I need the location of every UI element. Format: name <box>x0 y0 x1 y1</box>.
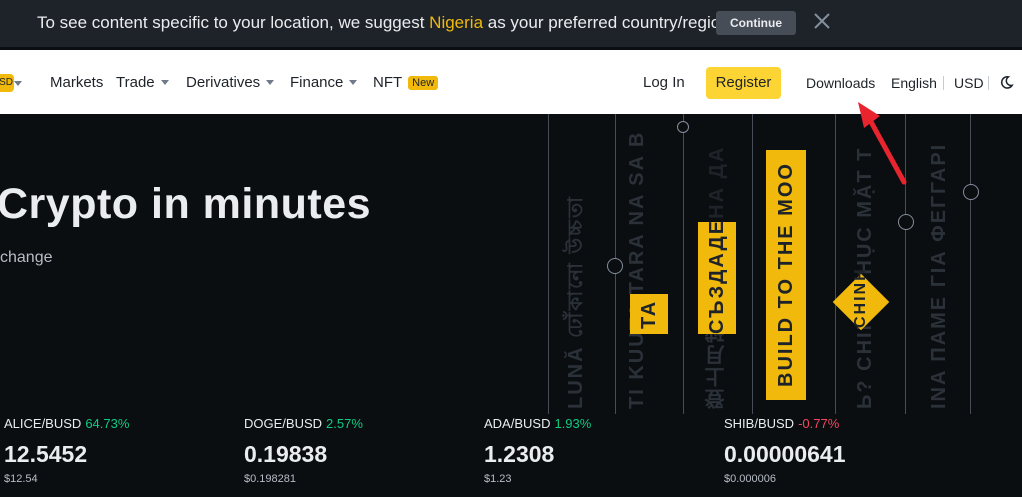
banner-message: To see content specific to your location… <box>37 13 734 33</box>
ticker-card[interactable]: SHIB/BUSD -0.77% 0.00000641 $0.000006 <box>724 416 944 485</box>
art-bg-text: LUNĂ ঢোঁকানো উচ্চতা <box>565 195 587 409</box>
ticker-card[interactable]: ALICE/BUSD 64.73% 12.5452 $12.54 <box>4 416 224 485</box>
nav-markets-label: Markets <box>50 74 104 91</box>
new-badge: New <box>408 76 439 90</box>
nav-nft-label: NFT <box>373 74 403 91</box>
art-line <box>970 114 971 414</box>
art-ring <box>677 121 689 133</box>
ticker-fiat-price: $0.198281 <box>244 473 296 485</box>
caret-down-icon <box>160 80 169 85</box>
ticker-fiat-price: $1.23 <box>484 473 512 485</box>
nav-finance[interactable]: Finance <box>290 74 358 91</box>
ticker-change: 2.57% <box>326 416 363 431</box>
art-bg-text: INA ΠΑΜΕ ΓΙΑ ΦΕΓΓΑΡΙ <box>928 142 950 409</box>
ticker-price: 1.2308 <box>484 441 555 467</box>
ticker-price: 0.19838 <box>244 441 328 467</box>
caret-down-icon[interactable] <box>14 81 22 86</box>
nav-derivatives-label: Derivatives <box>186 74 261 91</box>
currency-selector[interactable]: USD <box>954 75 984 91</box>
ticker-change: 64.73% <box>85 416 130 431</box>
downloads-link[interactable]: Downloads <box>806 75 875 91</box>
ticker-price: 0.00000641 <box>724 441 846 467</box>
close-icon[interactable] <box>811 10 833 32</box>
art-tag: BUILD TO THE MOO <box>766 150 806 400</box>
theme-toggle-moon-icon[interactable] <box>999 75 1014 90</box>
art-bg-text: 登上月球 <box>706 321 728 409</box>
ticker-pair-row: DOGE/BUSD 2.57% <box>244 416 464 431</box>
ticker-pair: ADA/BUSD <box>484 416 551 431</box>
hero-illustration: LUNĂ ঢোঁকানো উচ্চতা TI KUUTA TARA NA SA … <box>530 114 1022 414</box>
continue-button[interactable]: Continue <box>716 11 796 35</box>
nav-trade[interactable]: Trade <box>116 74 169 91</box>
nav-derivatives[interactable]: Derivatives <box>186 74 275 91</box>
country-link[interactable]: Nigeria <box>429 13 483 32</box>
language-selector[interactable]: English <box>891 75 937 91</box>
register-button[interactable]: Register <box>706 67 781 99</box>
art-tag: CHINH <box>852 267 869 328</box>
ticker-pair: DOGE/BUSD <box>244 416 323 431</box>
nav-finance-label: Finance <box>290 74 344 91</box>
ticker-fiat-price: $12.54 <box>4 473 38 485</box>
banner-text-before: To see content specific to your location… <box>37 13 430 32</box>
hero-title: Crypto in minutes <box>0 180 372 228</box>
art-ring <box>607 258 623 274</box>
art-bg-text: TI KUUTA TARA NA SA B <box>626 130 648 409</box>
ticker-change: -0.77% <box>798 416 840 431</box>
ticker-pair-row: ADA/BUSD 1.93% <box>484 416 704 431</box>
caret-down-icon <box>349 80 358 85</box>
ticker-pair-row: SHIB/BUSD -0.77% <box>724 416 944 431</box>
art-line <box>683 114 684 414</box>
art-ring <box>963 184 979 200</box>
art-tag: TA <box>630 294 668 334</box>
nav-divider <box>943 76 944 90</box>
banner-text-after: as your preferred country/region. <box>483 13 735 32</box>
ticker-card[interactable]: DOGE/BUSD 2.57% 0.19838 $0.198281 <box>244 416 464 485</box>
caret-down-icon <box>266 80 275 85</box>
login-link[interactable]: Log In <box>643 74 685 91</box>
ticker-pair: ALICE/BUSD <box>4 416 82 431</box>
hero-subtitle: change <box>0 249 53 266</box>
nav-nft[interactable]: NFT New <box>373 74 439 91</box>
art-tag: СЪЗДАДЕНА ДА <box>698 146 736 334</box>
ticker-fiat-price: $0.000006 <box>724 473 776 485</box>
art-ring <box>898 214 914 230</box>
art-line <box>548 114 549 414</box>
ticker-pair-row: ALICE/BUSD 64.73% <box>4 416 224 431</box>
nav-left-badge[interactable]: SD <box>0 74 14 92</box>
art-line <box>835 114 836 414</box>
ticker-pair: SHIB/BUSD <box>724 416 795 431</box>
ticker-change: 1.93% <box>554 416 592 431</box>
annotation-arrow <box>858 102 907 185</box>
nav-trade-label: Trade <box>116 74 155 91</box>
nav-markets[interactable]: Markets <box>50 74 103 91</box>
ticker-card[interactable]: ADA/BUSD 1.93% 1.2308 $1.23 <box>484 416 704 485</box>
ticker-price: 12.5452 <box>4 441 88 467</box>
nav-divider <box>988 76 989 90</box>
location-banner: To see content specific to your location… <box>0 0 1022 47</box>
art-line <box>752 114 753 414</box>
